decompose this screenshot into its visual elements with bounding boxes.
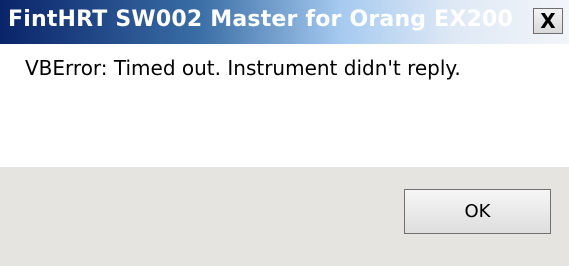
title-bar[interactable]: FintHRT SW002 Master for Orang EX200 X (0, 0, 569, 44)
error-dialog: FintHRT SW002 Master for Orang EX200 X V… (0, 0, 569, 266)
window-title: FintHRT SW002 Master for Orang EX200 (8, 7, 514, 32)
ok-button[interactable]: OK (404, 189, 551, 234)
error-message: VBError: Timed out. Instrument didn't re… (25, 56, 461, 80)
close-icon[interactable]: X (533, 8, 563, 34)
button-bar: OK (0, 167, 569, 266)
